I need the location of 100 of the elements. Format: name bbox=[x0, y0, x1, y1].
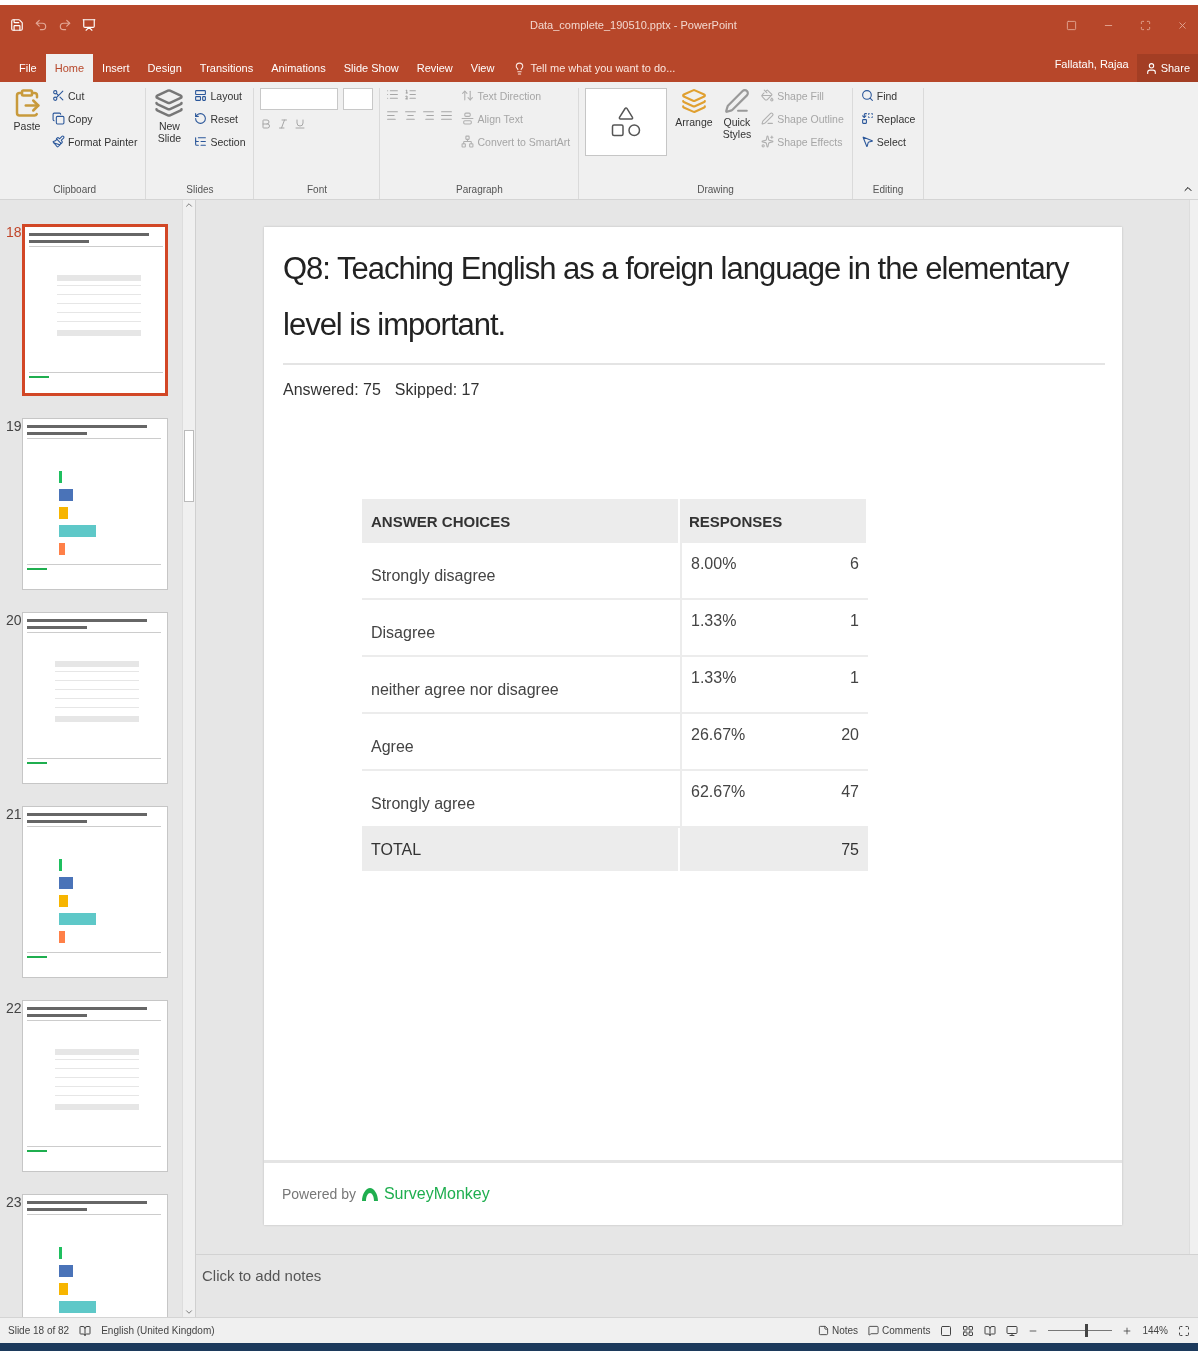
shapes-gallery[interactable] bbox=[585, 88, 668, 156]
chart-bar bbox=[59, 1301, 96, 1313]
close-icon[interactable] bbox=[1177, 19, 1188, 31]
table-cell: 6 bbox=[850, 555, 859, 573]
ribbon-tab[interactable]: Insert bbox=[93, 54, 139, 82]
slide-thumbnail[interactable] bbox=[22, 806, 168, 978]
slide-sorter-icon[interactable] bbox=[962, 1324, 975, 1337]
slide-thumbnail[interactable] bbox=[22, 1194, 168, 1317]
group-label: Clipboard bbox=[53, 184, 97, 197]
table-cell: TOTAL bbox=[362, 828, 680, 871]
table-cell: 47 bbox=[841, 783, 859, 801]
notes-placeholder: Click to add notes bbox=[202, 1267, 322, 1284]
notes-button[interactable]: Notes bbox=[817, 1325, 859, 1336]
ribbon-tab[interactable]: View bbox=[461, 54, 504, 82]
paste-button[interactable]: Paste bbox=[10, 88, 44, 184]
ribbon-tab[interactable]: Design bbox=[138, 54, 191, 82]
reading-view-icon[interactable] bbox=[984, 1324, 997, 1337]
proofing-icon[interactable] bbox=[79, 1324, 92, 1337]
reset-icon bbox=[194, 112, 208, 125]
chart-bar bbox=[59, 507, 68, 519]
align-left-icon[interactable] bbox=[386, 109, 400, 122]
ribbon-button[interactable]: Section bbox=[192, 134, 248, 149]
ribbon-button[interactable]: Format Painter bbox=[50, 134, 140, 149]
group-label: Slides bbox=[186, 184, 214, 197]
pointer-icon bbox=[860, 135, 874, 148]
align-right-icon[interactable] bbox=[422, 109, 436, 122]
bold-icon[interactable] bbox=[260, 118, 273, 130]
comment-icon bbox=[868, 1325, 880, 1336]
ribbon-tab[interactable]: Slide Show bbox=[334, 54, 408, 82]
chart-bar bbox=[59, 1265, 73, 1277]
chart-bar bbox=[59, 931, 65, 943]
numbering-icon[interactable] bbox=[404, 88, 418, 101]
language-label[interactable]: English (United Kingdom) bbox=[101, 1325, 215, 1336]
sparkles-icon bbox=[761, 135, 775, 148]
slide-counter: Slide 18 of 82 bbox=[8, 1325, 70, 1336]
slide-show-icon[interactable] bbox=[1006, 1324, 1019, 1337]
new-slide-button[interactable]: New Slide bbox=[152, 88, 187, 184]
paint-bucket-icon bbox=[761, 89, 775, 102]
paintbrush-icon bbox=[52, 135, 65, 148]
redo-icon[interactable] bbox=[58, 18, 72, 32]
zoom-in-icon[interactable] bbox=[1122, 1325, 1133, 1336]
user-name[interactable]: Fallatah, Rajaa bbox=[1054, 49, 1129, 78]
layout-icon bbox=[194, 89, 208, 102]
pen-icon bbox=[723, 88, 750, 114]
ribbon-button[interactable]: Replace bbox=[858, 111, 918, 126]
chart-bar bbox=[59, 471, 62, 483]
scroll-up-icon[interactable] bbox=[184, 200, 194, 210]
arrange-button[interactable]: Arrange bbox=[673, 88, 715, 184]
window-title: Data_complete_190510.pptx - PowerPoint bbox=[530, 19, 737, 31]
ribbon-button[interactable]: Layout bbox=[192, 88, 248, 103]
pen-icon bbox=[761, 112, 775, 125]
ribbon-button[interactable]: Cut bbox=[50, 88, 140, 103]
scrollbar-thumb[interactable] bbox=[184, 430, 194, 502]
ribbon-button[interactable]: Copy bbox=[50, 111, 140, 126]
table-cell: 8.00% bbox=[691, 555, 737, 573]
fit-slide-icon[interactable] bbox=[1178, 1324, 1190, 1337]
zoom-slider-thumb[interactable] bbox=[1084, 1324, 1088, 1337]
brand-name: SurveyMonkey bbox=[383, 1185, 490, 1203]
group-label: Drawing bbox=[697, 184, 734, 197]
share-button[interactable]: Share bbox=[1136, 54, 1198, 82]
ribbon-button[interactable]: Reset bbox=[192, 111, 248, 126]
slide-thumbnail[interactable] bbox=[22, 418, 168, 590]
quick-styles-button[interactable]: Quick Styles bbox=[720, 88, 754, 184]
ribbon-button[interactable]: Find bbox=[858, 88, 918, 103]
table-cell: 1.33% bbox=[691, 612, 737, 630]
comments-button[interactable]: Comments bbox=[868, 1325, 931, 1336]
undo-icon[interactable] bbox=[34, 18, 48, 32]
maximize-icon[interactable] bbox=[1140, 19, 1151, 31]
tell-me-field[interactable]: Tell me what you want to do... bbox=[503, 54, 676, 82]
scroll-down-icon[interactable] bbox=[184, 1307, 194, 1317]
notes-icon bbox=[817, 1325, 829, 1336]
table-cell-text: 75 bbox=[840, 839, 860, 860]
normal-view-icon[interactable] bbox=[940, 1324, 953, 1337]
chart-bar bbox=[59, 859, 62, 871]
ribbon-tab[interactable]: Animations bbox=[262, 54, 335, 82]
font-name-field[interactable] bbox=[260, 88, 339, 110]
table-cell: 1 bbox=[850, 612, 859, 630]
chart-bar bbox=[59, 1247, 62, 1259]
table-cell: 1 bbox=[850, 669, 859, 687]
save-icon[interactable] bbox=[10, 18, 24, 32]
ribbon-tab[interactable]: Transitions bbox=[190, 54, 263, 82]
ribbon-tab[interactable]: File bbox=[10, 54, 46, 82]
align-center-icon[interactable] bbox=[404, 109, 418, 122]
font-size-field[interactable] bbox=[343, 88, 374, 110]
table-cell: 1.33% bbox=[691, 669, 737, 687]
zoom-level[interactable]: 144% bbox=[1142, 1325, 1168, 1336]
presentation-icon[interactable] bbox=[82, 18, 96, 32]
ribbon-button[interactable]: Select bbox=[858, 134, 918, 149]
italic-icon[interactable] bbox=[277, 118, 290, 130]
chart-bar bbox=[59, 913, 96, 925]
table-cell: 62.67% bbox=[691, 783, 746, 801]
ribbon-tab[interactable]: Review bbox=[407, 54, 462, 82]
arrange-icon bbox=[680, 88, 707, 114]
person-icon bbox=[1144, 61, 1158, 75]
bullets-icon[interactable] bbox=[386, 88, 400, 101]
ribbon-tab[interactable]: Home bbox=[45, 54, 94, 82]
scrollbar[interactable] bbox=[1189, 200, 1198, 1254]
underline-icon[interactable] bbox=[294, 118, 307, 130]
justify-icon[interactable] bbox=[440, 109, 454, 122]
table-cell-text: Strongly agree bbox=[370, 793, 477, 814]
